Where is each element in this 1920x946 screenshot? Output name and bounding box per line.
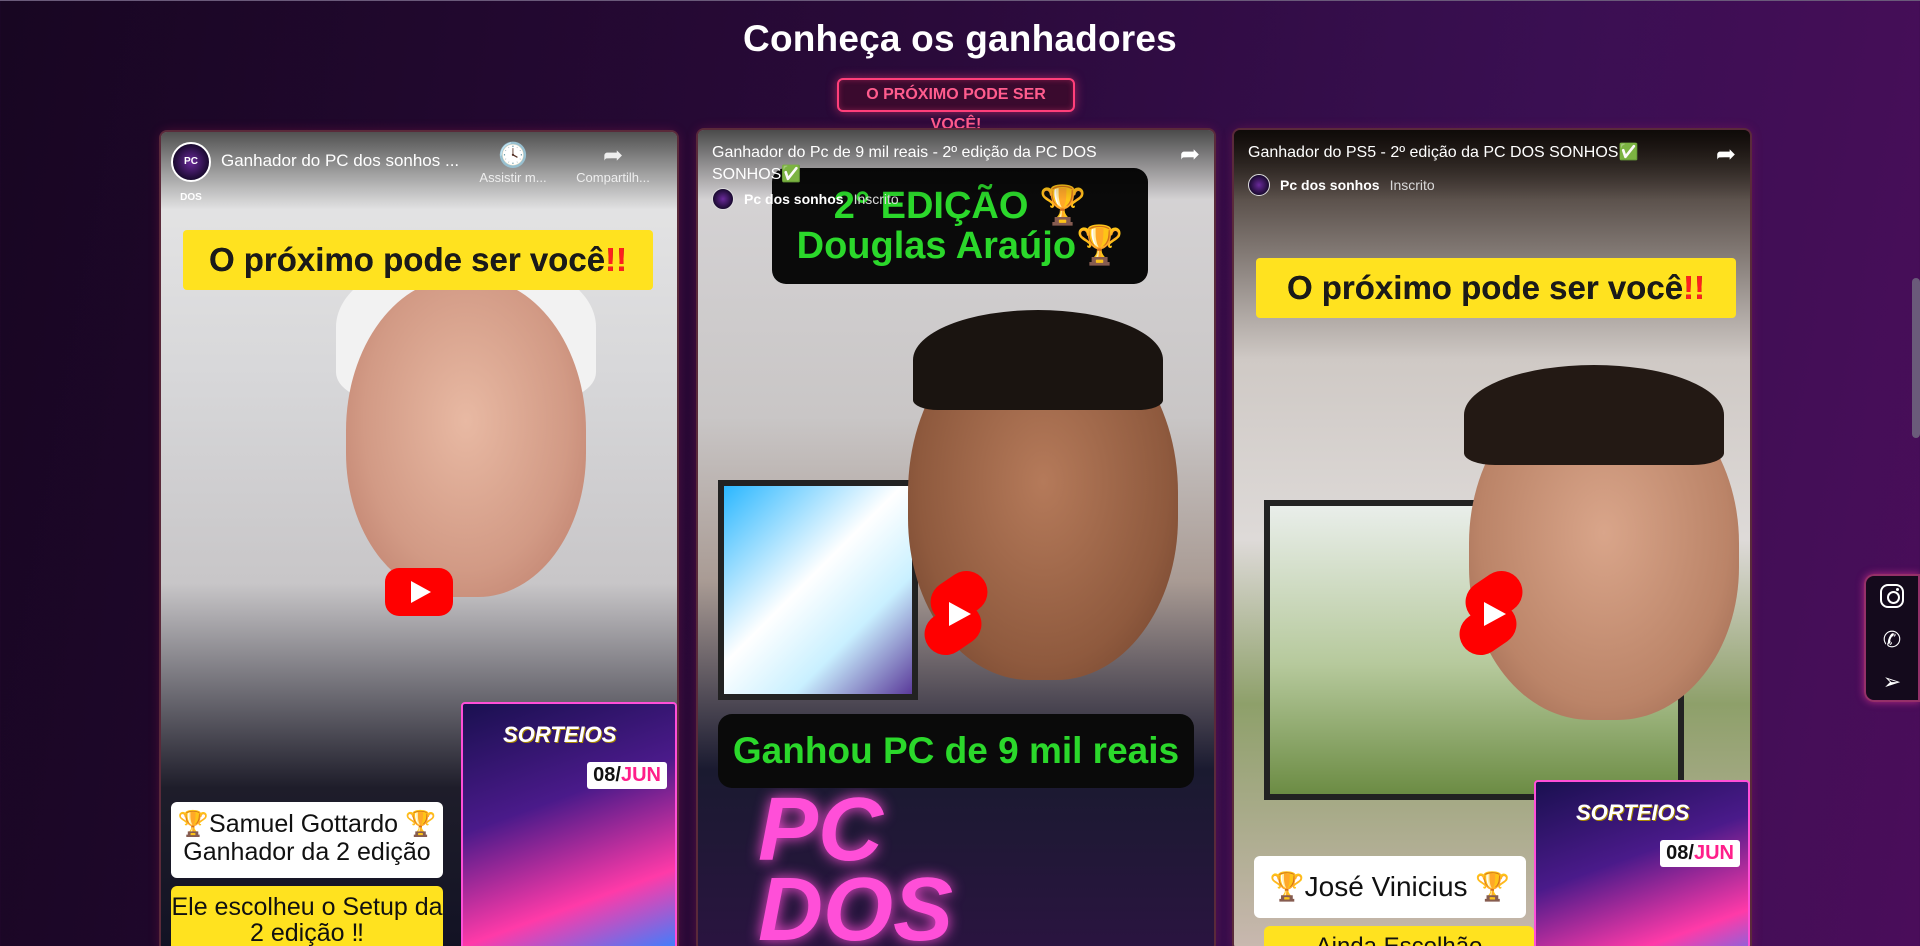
subscribed-label[interactable]: Inscrito [1390, 177, 1435, 193]
next-could-be-you-banner: O próximo pode ser você!! [183, 230, 653, 290]
share-icon[interactable]: ➦ [1716, 140, 1736, 169]
thumbnail-hair [1464, 365, 1724, 465]
cta-badge[interactable]: O PRÓXIMO PODE SER VOCÊ! [837, 78, 1075, 133]
neon-logo: PC DOS [758, 780, 954, 946]
video-card-3[interactable]: O próximo pode ser você!! SORTEIOS 08/JU… [1234, 130, 1750, 946]
winner-note-card: Ele escolheu o Setup da 2 edição ‼ [171, 886, 443, 946]
clock-icon: 🕓 [498, 142, 528, 169]
thumbnail-monitor [718, 480, 918, 700]
banner-text: O próximo pode ser você [208, 241, 606, 278]
thumbnail-hair [913, 310, 1163, 410]
shorts-play-button[interactable] [916, 562, 996, 664]
youtube-play-button[interactable] [385, 568, 453, 616]
next-could-be-you-banner: O próximo pode ser você!! [1256, 258, 1736, 318]
raffle-flyer: SORTEIOS 08/JUN [461, 702, 677, 946]
video-card-1[interactable]: O próximo pode ser você!! SORTEIOS 08/JU… [161, 132, 677, 946]
winner-name-card: 🏆Samuel Gottardo 🏆 Ganhador da 2 edição [171, 802, 443, 878]
scrollbar-thumb[interactable] [1912, 278, 1920, 438]
raffle-flyer: SORTEIOS 08/JUN [1534, 780, 1750, 946]
share-icon[interactable]: ➦ [1180, 140, 1200, 169]
instagram-icon[interactable] [1880, 584, 1904, 608]
telegram-icon[interactable]: ➢ [1878, 668, 1906, 696]
winner-name-card: 🏆José Vinicius 🏆 [1254, 856, 1526, 918]
shorts-play-button[interactable] [1451, 562, 1531, 664]
flyer-title: SORTEIOS [503, 722, 617, 747]
channel-row[interactable]: Pc dos sonhos Inscrito [712, 188, 899, 210]
share-button[interactable]: ➦ Compartilh... [573, 142, 653, 185]
video-title[interactable]: Ganhador do Pc de 9 mil reais - 2º ediçã… [712, 142, 1142, 186]
channel-avatar[interactable]: PC DOS [171, 142, 211, 203]
winner-note-card: Ainda Escolhão [1264, 926, 1534, 946]
watch-later-label: Assistir m... [479, 170, 547, 185]
channel-row[interactable]: Pc dos sonhos Inscrito [1248, 174, 1435, 196]
video-title[interactable]: Ganhador do PS5 - 2º edição da PC DOS SO… [1248, 142, 1678, 164]
share-label: Compartilh... [576, 170, 650, 185]
banner-exclamation: !! [1683, 269, 1706, 306]
page-title: Conheça os ganhadores [743, 18, 1177, 59]
channel-avatar[interactable] [1248, 174, 1270, 196]
subscribed-label[interactable]: Inscrito [854, 191, 899, 207]
flyer-date: 08/JUN [1660, 840, 1740, 867]
won-banner: Ganhou PC de 9 mil reais [718, 714, 1194, 788]
channel-name[interactable]: Pc dos sonhos [1280, 177, 1380, 193]
channel-avatar[interactable] [712, 188, 734, 210]
share-icon: ➦ [602, 142, 624, 169]
flyer-title: SORTEIOS [1576, 800, 1690, 825]
banner-text: O próximo pode ser você [1286, 269, 1684, 306]
banner-exclamation: !! [605, 241, 628, 278]
top-divider [0, 0, 1920, 1]
video-title[interactable]: Ganhador do PC dos sonhos ... [221, 150, 471, 172]
thumbnail-face [346, 277, 586, 597]
flyer-date: 08/JUN [587, 762, 667, 789]
social-sidebar: ✆ ➢ [1864, 574, 1920, 702]
watch-later-button[interactable]: 🕓 Assistir m... [473, 142, 553, 185]
video-card-2[interactable]: PC DOS 2° EDIÇÃO 🏆Douglas Araújo🏆 Ganhou… [698, 130, 1214, 946]
channel-name[interactable]: Pc dos sonhos [744, 191, 844, 207]
whatsapp-icon[interactable]: ✆ [1878, 626, 1906, 654]
